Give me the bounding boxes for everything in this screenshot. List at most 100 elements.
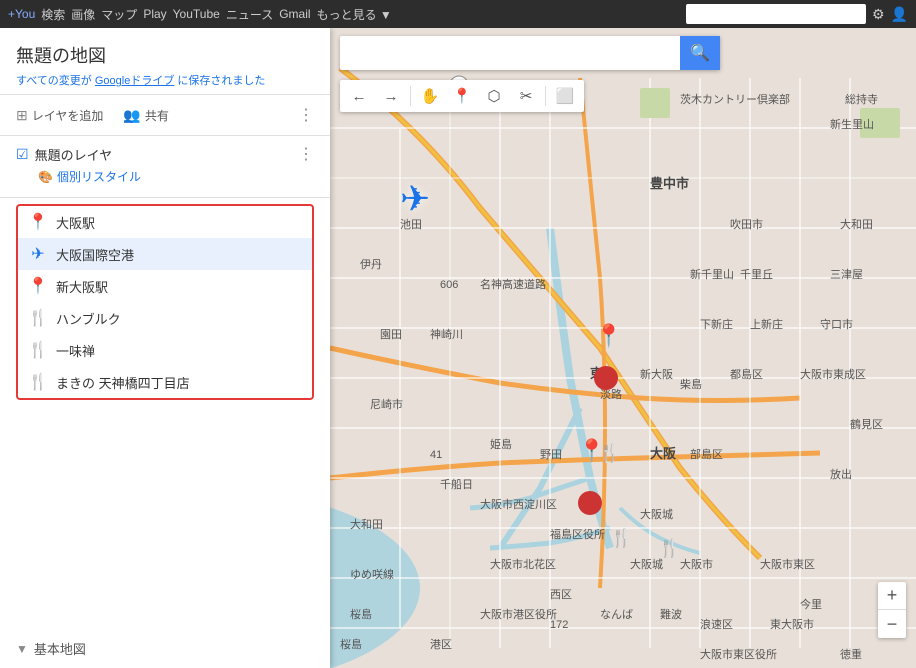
base-map-section[interactable]: ▼ 基本地図 (0, 629, 330, 668)
base-map-chevron: ▼ (16, 642, 28, 656)
add-layer-label: レイヤを追加 (32, 107, 104, 124)
route-button[interactable]: ✂ (511, 82, 541, 110)
zoom-out-button[interactable]: − (878, 610, 906, 638)
svg-text:大阪市北花区: 大阪市北花区 (490, 557, 556, 571)
share-label: 共有 (145, 107, 169, 124)
location-name-osaka-airport: 大阪国際空港 (56, 245, 134, 264)
svg-text:下新庄: 下新庄 (700, 317, 733, 331)
share-button[interactable]: 👥 共有 (123, 107, 168, 124)
redo-button[interactable]: → (376, 82, 406, 110)
polygon-button[interactable]: ⬡ (479, 82, 509, 110)
svg-text:41: 41 (430, 449, 442, 461)
style-label: 個別リスタイル (57, 168, 141, 185)
pin-food-1[interactable]: 🍴 (598, 443, 620, 464)
location-item-shin-osaka[interactable]: 📍 新大阪駅 (18, 270, 312, 302)
svg-text:今里: 今里 (800, 597, 822, 611)
topbar-search-input[interactable] (686, 7, 846, 21)
svg-text:名神高速道路: 名神高速道路 (480, 277, 546, 291)
svg-text:尼崎市: 尼崎市 (370, 397, 403, 411)
zoom-in-button[interactable]: + (878, 582, 906, 610)
location-item-osaka-station[interactable]: 📍 大阪駅 (18, 206, 312, 238)
pin-shin-osaka[interactable]: 📍 (595, 323, 622, 349)
svg-text:徳重: 徳重 (840, 647, 862, 661)
svg-text:なんば: なんば (600, 608, 633, 621)
svg-text:都島区: 都島区 (730, 367, 763, 381)
layer-header: ☑ 無題のレイヤ ⋮ (16, 144, 314, 164)
svg-text:千里丘: 千里丘 (740, 268, 773, 281)
layer-more-options[interactable]: ⋮ (298, 144, 314, 164)
layer-name-label: 無題のレイヤ (35, 145, 292, 164)
location-icon-makino: 🍴 (28, 372, 48, 392)
layer-section: ☑ 無題のレイヤ ⋮ 🎨 個別リスタイル (0, 136, 330, 198)
tool-divider-1 (410, 86, 411, 106)
svg-text:福島区役所: 福島区役所 (550, 527, 605, 541)
location-name-ichimizen: 一味禅 (56, 341, 95, 360)
location-item-ichimizen[interactable]: 🍴 一味禅 (18, 334, 312, 366)
base-map-label: 基本地図 (34, 639, 86, 658)
pin-food-2[interactable]: 🍴 (610, 528, 632, 549)
sidebar-header: 無題の地図 すべての変更が Googleドライブ に保存されました (0, 28, 330, 95)
plus-you-link[interactable]: +You (8, 7, 35, 21)
map-search-input[interactable] (340, 45, 680, 61)
svg-text:大和田: 大和田 (350, 517, 383, 531)
add-layer-button[interactable]: ⊞ レイヤを追加 (16, 107, 103, 124)
location-icon-osaka-station: 📍 (28, 212, 48, 232)
location-icon-osaka-airport: ✈ (28, 244, 48, 264)
nav-more[interactable]: もっと見る ▼ (317, 6, 392, 23)
sidebar-more-options[interactable]: ⋮ (298, 105, 314, 125)
nav-maps[interactable]: マップ (101, 6, 137, 23)
map-search-button[interactable]: 🔍 (680, 36, 720, 70)
svg-text:伊丹: 伊丹 (360, 258, 382, 271)
measure-button[interactable]: ⬜ (550, 82, 580, 110)
location-item-hamburg[interactable]: 🍴 ハンブルク (18, 302, 312, 334)
svg-text:守口市: 守口市 (820, 317, 853, 331)
svg-text:難波: 難波 (660, 608, 682, 621)
nav-play[interactable]: Play (143, 7, 166, 21)
zoom-controls: + − (878, 582, 906, 638)
map-tools-bar: ← → ✋ 📍 ⬡ ✂ ⬜ (340, 80, 584, 112)
user-icon[interactable]: 👤 (891, 6, 908, 23)
svg-text:桜島: 桜島 (350, 607, 372, 621)
location-icon-hamburg: 🍴 (28, 308, 48, 328)
save-status: すべての変更が Googleドライブ に保存されました (16, 72, 314, 88)
nav-images[interactable]: 画像 (71, 6, 95, 23)
svg-text:上新庄: 上新庄 (750, 317, 783, 331)
svg-text:大阪市東区: 大阪市東区 (760, 557, 815, 571)
map-search-box: 🔍 (340, 36, 720, 70)
google-drive-link[interactable]: Googleドライブ (95, 75, 174, 87)
pan-tool-button[interactable]: ✋ (415, 82, 445, 110)
svg-text:鶴見区: 鶴見区 (850, 417, 883, 431)
marker-button[interactable]: 📍 (447, 82, 477, 110)
location-name-makino: まきの 天神橋四丁目店 (56, 373, 190, 392)
individual-style-button[interactable]: 🎨 個別リスタイル (16, 164, 314, 189)
svg-text:姫島: 姫島 (490, 437, 512, 451)
svg-text:西区: 西区 (550, 589, 572, 601)
svg-text:野田: 野田 (540, 448, 562, 461)
location-item-osaka-airport[interactable]: ✈ 大阪国際空港 (18, 238, 312, 270)
add-layer-icon: ⊞ (16, 107, 28, 124)
svg-text:新大阪: 新大阪 (640, 367, 673, 381)
sidebar-actions: ⊞ レイヤを追加 👥 共有 ⋮ (0, 95, 330, 136)
location-list: 📍 大阪駅 ✈ 大阪国際空港 📍 新大阪駅 🍴 ハンブルク 🍴 一味禅 🍴 (16, 204, 314, 400)
nav-youtube[interactable]: YouTube (173, 7, 220, 21)
nav-gmail[interactable]: Gmail (279, 7, 310, 21)
location-name-shin-osaka: 新大阪駅 (56, 277, 108, 296)
nav-news[interactable]: ニュース (226, 6, 273, 23)
svg-text:吹田市: 吹田市 (730, 217, 763, 231)
svg-text:千船日: 千船日 (440, 477, 473, 491)
location-name-hamburg: ハンブルク (56, 309, 121, 328)
layer-checkbox[interactable]: ☑ (16, 146, 29, 163)
nav-search[interactable]: 検索 (41, 6, 65, 23)
map-search-area: 🔍 (340, 36, 720, 70)
svg-text:東大阪市: 東大阪市 (770, 617, 814, 631)
settings-icon[interactable]: ⚙ (872, 6, 885, 23)
paint-icon: 🎨 (38, 170, 53, 184)
svg-text:総持寺: 総持寺 (845, 92, 878, 106)
google-topbar: +You 検索 画像 マップ Play YouTube ニュース Gmail も… (0, 0, 916, 28)
location-item-makino[interactable]: 🍴 まきの 天神橋四丁目店 (18, 366, 312, 398)
topbar-search[interactable] (686, 4, 866, 24)
location-name-osaka-station: 大阪駅 (56, 213, 95, 232)
svg-text:淡路: 淡路 (600, 388, 622, 401)
undo-button[interactable]: ← (344, 82, 374, 110)
pin-food-3[interactable]: 🍴 (658, 538, 680, 559)
